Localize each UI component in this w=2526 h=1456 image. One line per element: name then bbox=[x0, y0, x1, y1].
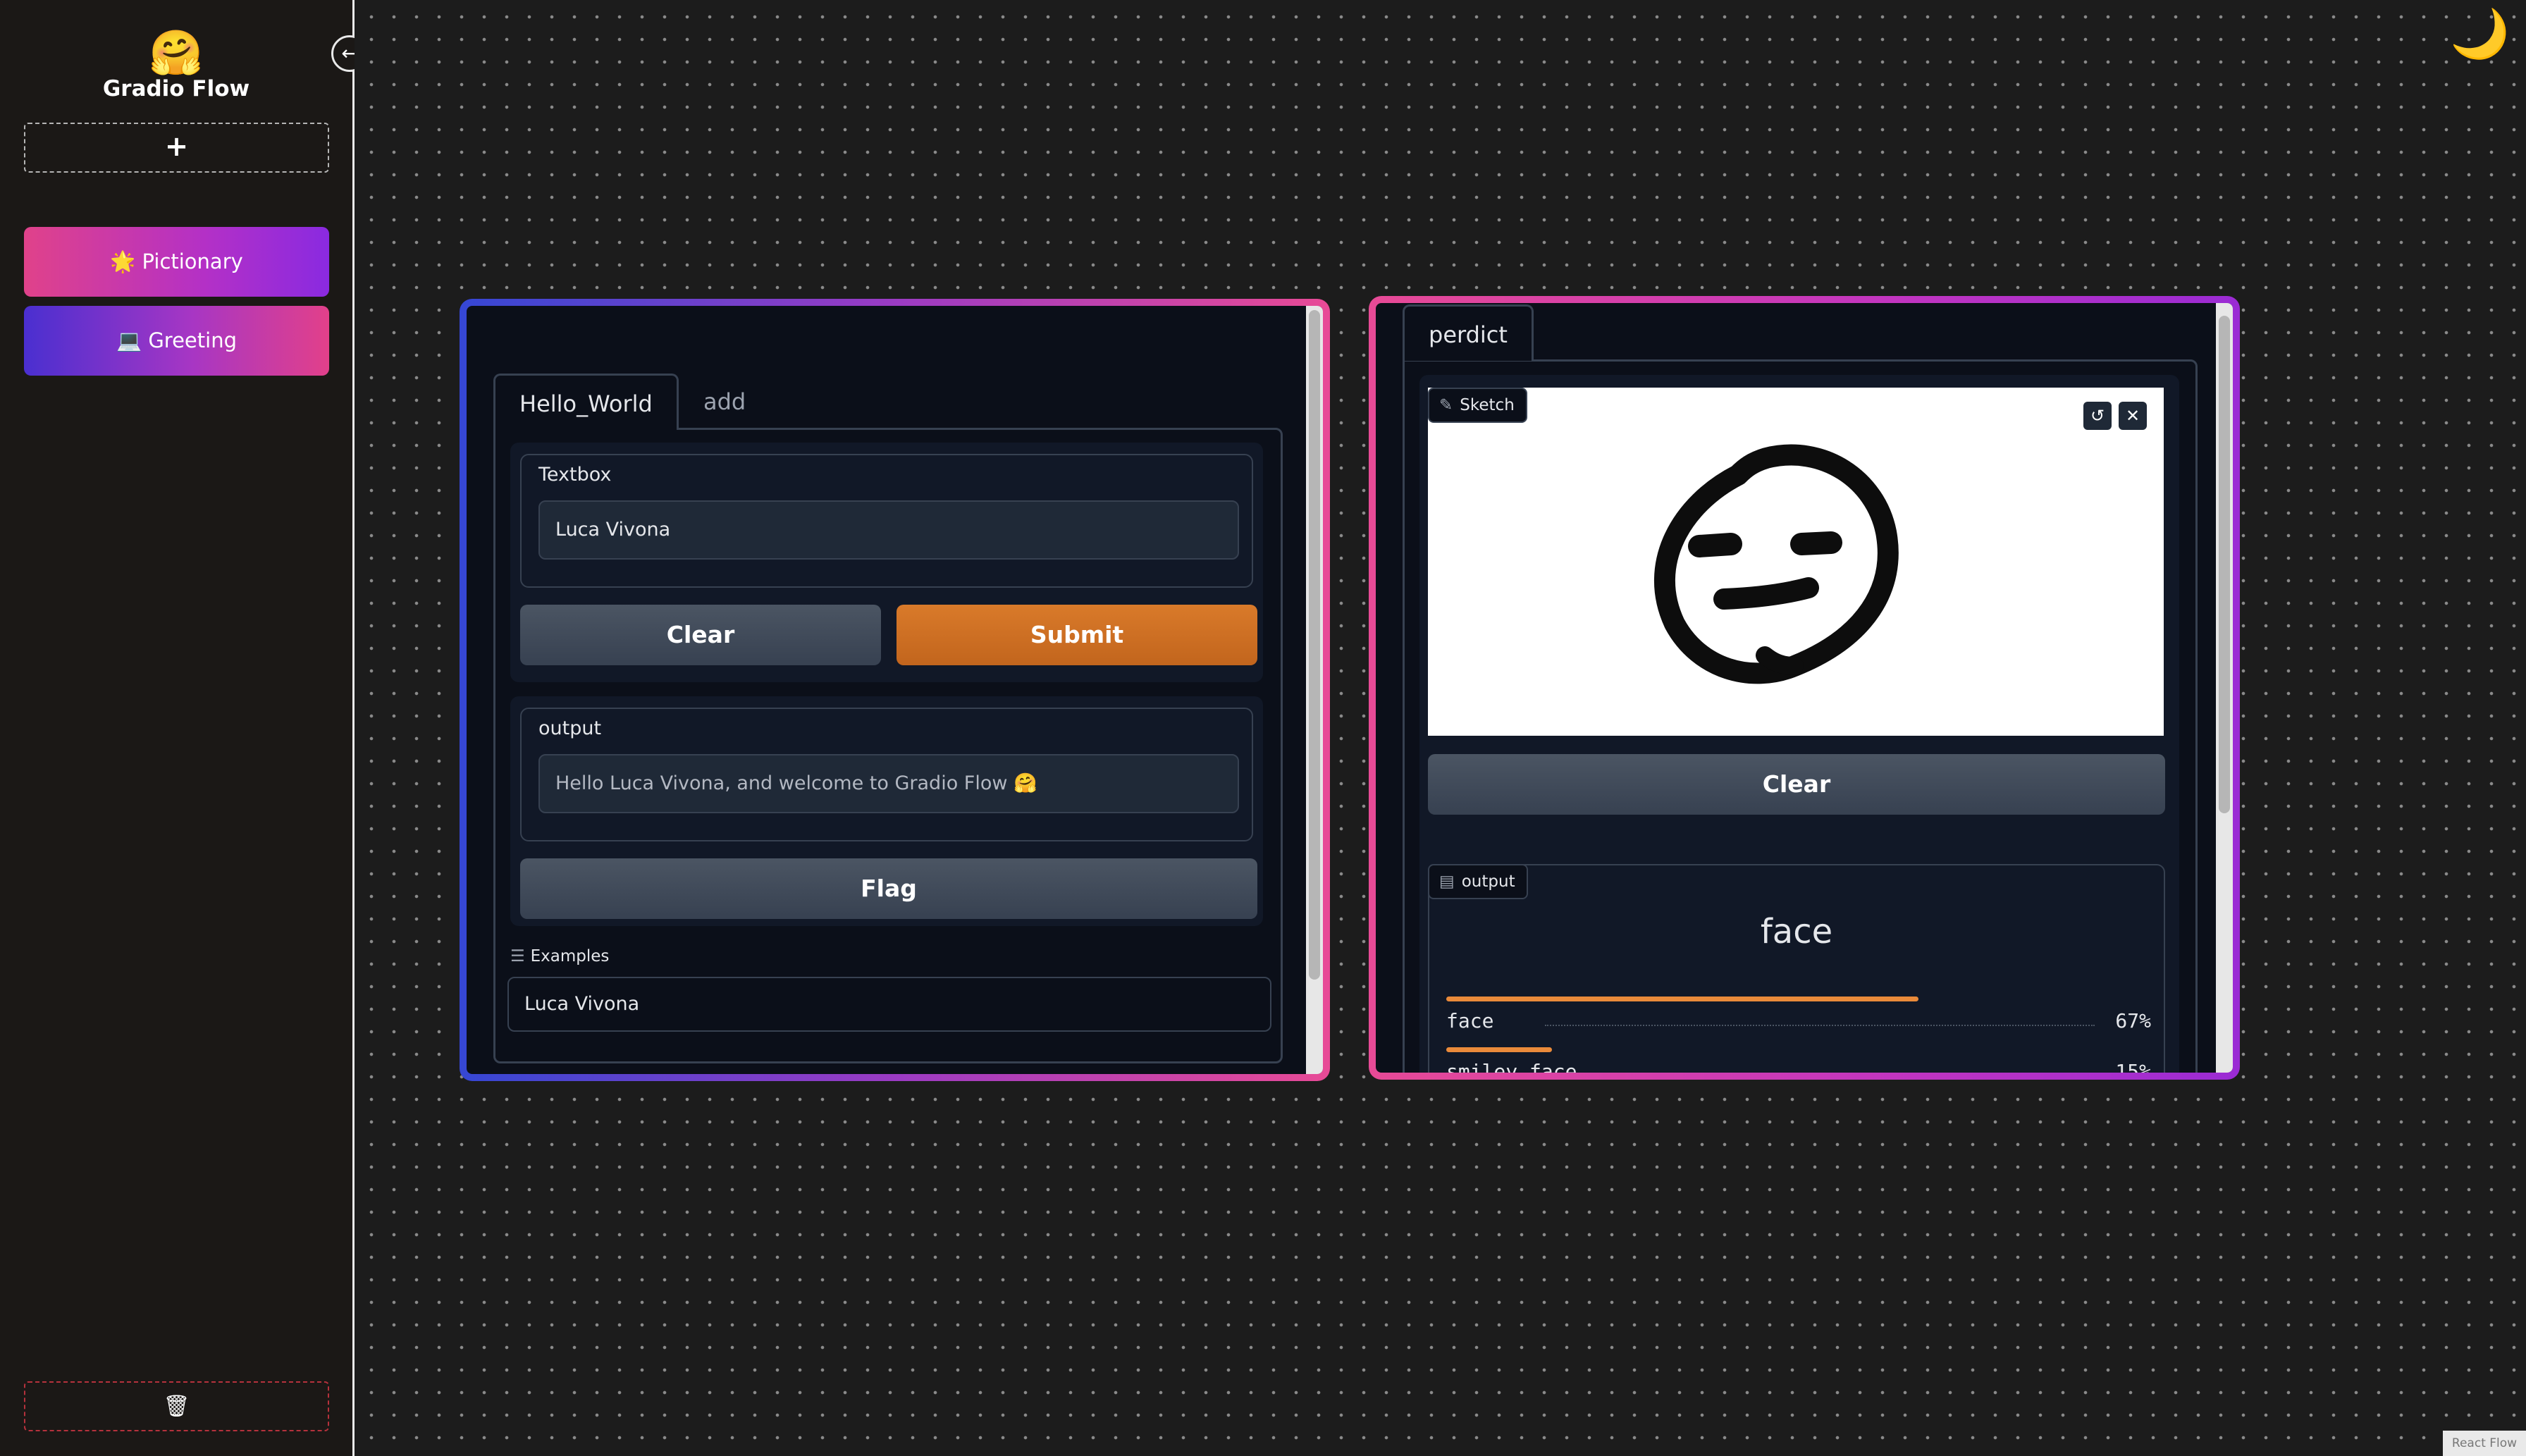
confidence-bar-face bbox=[1446, 997, 1918, 1001]
scrollbar[interactable] bbox=[2216, 303, 2233, 1073]
sidebar-item-pictionary[interactable]: 🌟 Pictionary bbox=[24, 227, 329, 297]
greeting-node-frame: Hello_World add Textbox Luca Vivona Clea… bbox=[467, 306, 1323, 1074]
sketchpad[interactable] bbox=[1428, 388, 2164, 736]
scrollbar[interactable] bbox=[1306, 306, 1323, 1074]
sketch-label-chip: ✎ Sketch bbox=[1428, 388, 1527, 423]
laptop-icon: 💻 bbox=[116, 328, 142, 352]
confidence-percent: 67% bbox=[2115, 1009, 2151, 1032]
output-textbox[interactable]: Hello Luca Vivona, and welcome to Gradio… bbox=[538, 754, 1239, 813]
pictionary-node[interactable]: perdict ✎ Sketch ↺ ✕ Clear ▤ output face… bbox=[1369, 296, 2240, 1080]
pictionary-node-frame: perdict ✎ Sketch ↺ ✕ Clear ▤ output face… bbox=[1376, 303, 2233, 1073]
confidence-label: smiley_face bbox=[1446, 1060, 1577, 1073]
clear-sketch-button[interactable]: ✕ bbox=[2119, 402, 2147, 430]
output-label: output bbox=[1461, 872, 1515, 891]
output-label: output bbox=[538, 717, 602, 739]
list-icon: ☰ bbox=[510, 947, 525, 965]
examples-label: Examples bbox=[530, 947, 610, 965]
sidebar-item-label: Pictionary bbox=[142, 249, 243, 273]
bar-chart-icon: ▤ bbox=[1439, 872, 1455, 891]
flag-button[interactable]: Flag bbox=[520, 858, 1257, 919]
app-root: 🤗 Gradio Flow + 🌟 Pictionary 💻 Greeting … bbox=[0, 0, 2526, 1456]
delete-button[interactable]: 🗑 bbox=[24, 1381, 329, 1431]
label-output-block bbox=[1428, 864, 2165, 1073]
tab-perdict[interactable]: perdict bbox=[1403, 304, 1534, 361]
confidence-label: face bbox=[1446, 1009, 1494, 1032]
undo-icon: ↺ bbox=[2090, 406, 2105, 426]
pencil-icon: ✎ bbox=[1439, 396, 1453, 414]
star-icon: 🌟 bbox=[110, 249, 136, 273]
clear-button[interactable]: Clear bbox=[520, 605, 881, 665]
greeting-node[interactable]: Hello_World add Textbox Luca Vivona Clea… bbox=[460, 299, 1330, 1081]
confidence-bar-smiley-face bbox=[1446, 1047, 1552, 1052]
close-icon: ✕ bbox=[2125, 406, 2140, 426]
sketch-drawing bbox=[1653, 444, 1899, 684]
trash-icon: 🗑 bbox=[163, 1394, 190, 1419]
scrollbar-thumb[interactable] bbox=[1309, 310, 1320, 980]
confidence-percent: 15% bbox=[2115, 1060, 2151, 1073]
sidebar-item-greeting[interactable]: 💻 Greeting bbox=[24, 306, 329, 376]
scrollbar-thumb[interactable] bbox=[2219, 316, 2230, 813]
examples-header: ☰ Examples bbox=[510, 947, 609, 965]
predicted-label: face bbox=[1760, 912, 1833, 951]
react-flow-attribution[interactable]: React Flow bbox=[2443, 1431, 2526, 1456]
app-title: Gradio Flow bbox=[102, 76, 250, 101]
tab-hello-world[interactable]: Hello_World bbox=[493, 374, 679, 430]
submit-button[interactable]: Submit bbox=[897, 605, 1257, 665]
output-label-chip: ▤ output bbox=[1428, 864, 1528, 899]
undo-button[interactable]: ↺ bbox=[2083, 402, 2112, 430]
sidebar-item-label: Greeting bbox=[148, 328, 237, 352]
confidence-dots bbox=[1545, 1025, 2095, 1026]
sketch-label: Sketch bbox=[1460, 396, 1515, 414]
add-flow-button[interactable]: + bbox=[24, 123, 329, 173]
tab-add[interactable]: add bbox=[679, 374, 770, 430]
hugging-face-logo-icon: 🤗 bbox=[149, 27, 204, 78]
textbox-label: Textbox bbox=[538, 464, 612, 486]
sidebar: 🤗 Gradio Flow + 🌟 Pictionary 💻 Greeting … bbox=[0, 0, 355, 1456]
name-input[interactable]: Luca Vivona bbox=[538, 500, 1239, 560]
example-item[interactable]: Luca Vivona bbox=[507, 977, 1271, 1032]
dark-mode-toggle-icon[interactable]: 🌙 bbox=[2450, 6, 2510, 62]
clear-button[interactable]: Clear bbox=[1428, 754, 2165, 815]
